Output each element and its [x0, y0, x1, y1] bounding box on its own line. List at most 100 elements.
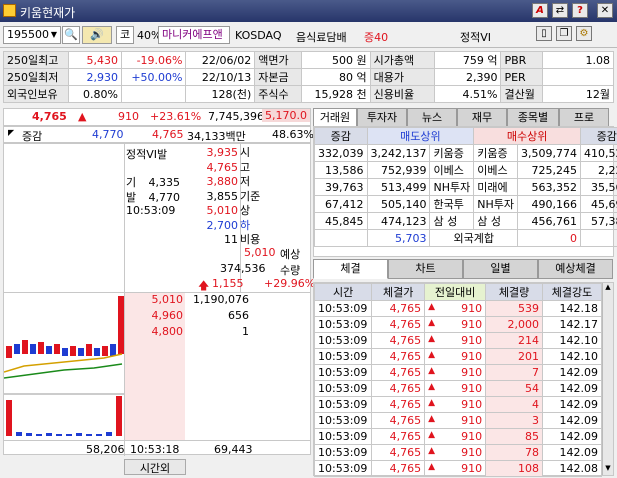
- ohlc-value: 11: [224, 233, 238, 246]
- foreign-buy: 0: [516, 229, 581, 247]
- trade-time: 10:53:09: [313, 316, 373, 333]
- broker-cell: 이베스: [473, 161, 518, 179]
- trade-row: 10:53:09 4,765 ▲ 910 3 142.09: [313, 412, 602, 429]
- broker-tab[interactable]: 투자자: [357, 108, 407, 127]
- volume-bar: [76, 433, 82, 436]
- ask-qty: 1: [242, 325, 249, 338]
- doc-icon[interactable]: ▯: [536, 26, 552, 41]
- expected-price: 5,010: [244, 246, 276, 259]
- broker-cell: 332,039: [314, 144, 368, 162]
- gear-icon[interactable]: ⚙: [576, 26, 592, 41]
- broker-cell: 키움증: [473, 144, 518, 162]
- ohlc-key: 기준: [240, 189, 261, 203]
- volume-bar: [86, 434, 92, 436]
- broker-header-row: 증감 매도상위 매수상위 증감: [314, 127, 617, 145]
- trade-diff: ▲ 910: [424, 396, 487, 413]
- info-value: 4.51%: [433, 85, 502, 103]
- up-arrow-icon: ▲: [428, 366, 436, 376]
- broker-cell: 이베스: [429, 161, 475, 179]
- info-label: 결산월: [500, 85, 543, 103]
- info-rate: [120, 85, 187, 103]
- broker-cell: 한국투: [429, 195, 475, 213]
- close-icon[interactable]: ✕: [597, 3, 613, 18]
- trade-strength: 142.10: [542, 332, 602, 349]
- broker-cell: [579, 229, 617, 247]
- broker-cell: 505,140: [366, 195, 431, 213]
- ohlc-value: 4,765: [206, 160, 239, 174]
- trade-diff-value: 910: [461, 398, 483, 411]
- trade-header[interactable]: 전일대비: [424, 283, 487, 301]
- trade-tab[interactable]: 예상체결: [538, 259, 613, 279]
- trade-scrollbar[interactable]: ▲ ▼: [602, 283, 613, 475]
- broker-row[interactable]: 13,586752,939이베스이베스725,2452,227: [314, 161, 617, 179]
- broker-tab[interactable]: 재무: [457, 108, 507, 127]
- trade-row: 10:53:09 4,765 ▲ 910 54 142.09: [313, 380, 602, 397]
- trade-diff: ▲ 910: [424, 428, 487, 445]
- after-right-qty: 69,443: [214, 443, 253, 456]
- volume-bar: [106, 432, 112, 436]
- broker-panel: 증감 매도상위 매수상위 증감 332,039 3,242,137 키움증 키움증 3,509…: [313, 126, 617, 257]
- trade-price: 4,765: [371, 316, 426, 333]
- copy-icon[interactable]: ❐: [556, 26, 572, 41]
- trade-strength: 142.09: [542, 412, 602, 429]
- broker-cell: 725,245: [516, 161, 581, 179]
- ask-row[interactable]: 4,960 656: [125, 309, 255, 325]
- trade-tab[interactable]: 일별: [463, 259, 538, 279]
- trade-price: 4,765: [371, 332, 426, 349]
- trade-tab[interactable]: 차트: [388, 259, 463, 279]
- scroll-down-icon[interactable]: ▼: [603, 464, 613, 475]
- broker-row[interactable]: 67,412505,140한국투NH투자490,16645,697: [314, 195, 617, 213]
- broker-tab[interactable]: 종목별: [507, 108, 559, 127]
- info-value: 2,930: [67, 68, 122, 86]
- ask-qty: 1,190,076: [193, 293, 249, 306]
- speaker-icon[interactable]: 🔊: [82, 26, 112, 44]
- trade-row: 10:53:09 4,765 ▲ 910 2,000 142.17: [313, 316, 602, 333]
- scroll-up-icon[interactable]: ▲: [603, 283, 613, 294]
- vi-key: 기: [126, 176, 137, 189]
- trade-header: 체결강도: [542, 283, 602, 301]
- broker-cell: 미래에: [473, 178, 518, 196]
- stock-info-table: 250일최고 5,430 -19.06% 22/06/02 액면가 500 원 시가총액 75…: [3, 51, 615, 103]
- font-size-icon[interactable]: A: [532, 3, 548, 18]
- broker-row[interactable]: 332,0393,242,137키움증키움증3,509,774410,521: [314, 144, 617, 162]
- trade-tab[interactable]: 체결: [313, 259, 388, 279]
- volume-bar: [26, 433, 32, 436]
- link-icon[interactable]: ⇄: [552, 3, 568, 18]
- broker-row[interactable]: 39,763513,499NH투자미래에563,35235,567: [314, 178, 617, 196]
- help-icon[interactable]: ?: [572, 3, 588, 18]
- after-hours-button[interactable]: 시간외: [124, 459, 186, 475]
- broker-cell: 474,123: [366, 212, 431, 230]
- stock-name[interactable]: 마니커에프앤: [158, 26, 230, 44]
- ohlc-key: 상: [240, 204, 251, 217]
- info-label: 액면가: [254, 51, 302, 69]
- broker-cell: NH투자: [429, 178, 475, 196]
- candle: [38, 342, 44, 354]
- info-value: 15,928 천: [300, 85, 371, 103]
- after-left-qty: 58,206: [86, 443, 125, 456]
- trade-time: 10:53:09: [313, 332, 373, 349]
- broker-tab[interactable]: 뉴스: [407, 108, 457, 127]
- ohlc-row: 3,880 저: [202, 173, 312, 188]
- broker-tab[interactable]: 거래원: [313, 108, 357, 127]
- ohlc-value: 5,010: [206, 204, 239, 217]
- info-rate: +50.00%: [120, 68, 187, 86]
- broker-tab[interactable]: 프로: [559, 108, 609, 127]
- qty-label: 수량: [280, 264, 301, 277]
- stock-code-input[interactable]: 195500 ▼: [3, 26, 61, 44]
- up-arrow-icon: ▲: [428, 462, 436, 472]
- info-value: [541, 68, 615, 86]
- broker-row[interactable]: 45,845474,123삼 성삼 성456,76157,382: [314, 212, 617, 230]
- ask-row[interactable]: 5,010 1,190,076: [125, 293, 255, 309]
- broker-cell: 삼 성: [473, 212, 518, 230]
- ohlc-value: 3,855: [206, 189, 239, 203]
- search-icon[interactable]: 🔍: [62, 26, 80, 44]
- broker-cell: 456,761: [516, 212, 581, 230]
- broker-cell: 513,499: [366, 178, 431, 196]
- broker-cell: 45,697: [579, 195, 617, 213]
- trade-row: 10:53:09 4,765 ▲ 910 85 142.09: [313, 428, 602, 445]
- ohlc-value: 2,700: [206, 218, 239, 232]
- code-button[interactable]: 코: [116, 26, 134, 44]
- ohlc-row: 2,700 하: [202, 217, 312, 232]
- trade-row: 10:53:09 4,765 ▲ 910 7 142.09: [313, 364, 602, 381]
- ask-row[interactable]: 4,800 1: [125, 325, 255, 341]
